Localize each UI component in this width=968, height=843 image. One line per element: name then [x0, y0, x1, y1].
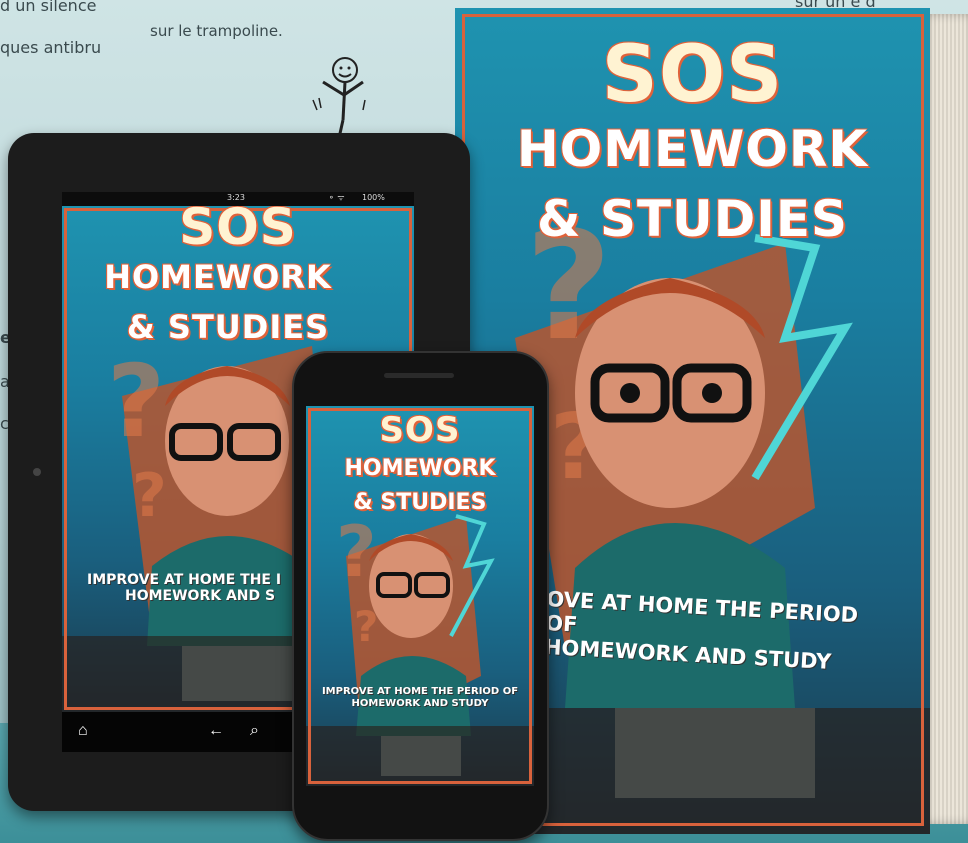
tablet-title-sos: SOS [179, 206, 297, 256]
status-battery: 100% [362, 193, 385, 202]
bg-text-line3: sur le trampoline. [150, 22, 283, 40]
phone-screen: ? ? SOS HOMEWORK & STUDIES IMPROVE AT HO… [306, 406, 534, 786]
phone-subtitle: IMPROVE AT HOME THE PERIOD OF HOMEWORK A… [306, 686, 534, 709]
bg-text-line1: d un silence [0, 0, 97, 15]
back-arrow-icon[interactable]: ← [208, 722, 224, 740]
wifi-icon: ⚬ ᯤ [328, 193, 345, 202]
phone-title-sos: SOS [379, 410, 461, 450]
home-icon[interactable]: ⌂ [78, 722, 88, 740]
phone-title-studies: & STUDIES [353, 490, 487, 515]
phone-subtitle-line2: HOMEWORK AND STUDY [351, 697, 489, 709]
tablet-title-homework: HOMEWORK [104, 258, 332, 296]
phone-speaker [384, 373, 454, 378]
search-icon[interactable]: ⌕ [250, 722, 259, 740]
cover-title-studies: & STUDIES [536, 190, 848, 248]
tablet-status-bar: 3:23 ⚬ ᯤ 100% [62, 192, 414, 206]
cover-title-sos: SOS [601, 30, 784, 120]
stick-figure-icon [312, 57, 366, 139]
bg-text-line2: ques antibru [0, 38, 102, 57]
phone-title-homework: HOMEWORK [344, 456, 496, 481]
phone-cover: ? ? SOS HOMEWORK & STUDIES IMPROVE AT HO… [306, 406, 534, 786]
tablet-camera [33, 468, 41, 476]
phone-subtitle-line1: IMPROVE AT HOME THE PERIOD OF [321, 686, 519, 697]
mockup-scene: d un silence ques antibru sur le trampol… [0, 0, 968, 843]
status-time: 3:23 [227, 193, 245, 202]
cover-title-homework: HOMEWORK [516, 120, 869, 178]
tablet-title-studies: & STUDIES [126, 308, 330, 346]
